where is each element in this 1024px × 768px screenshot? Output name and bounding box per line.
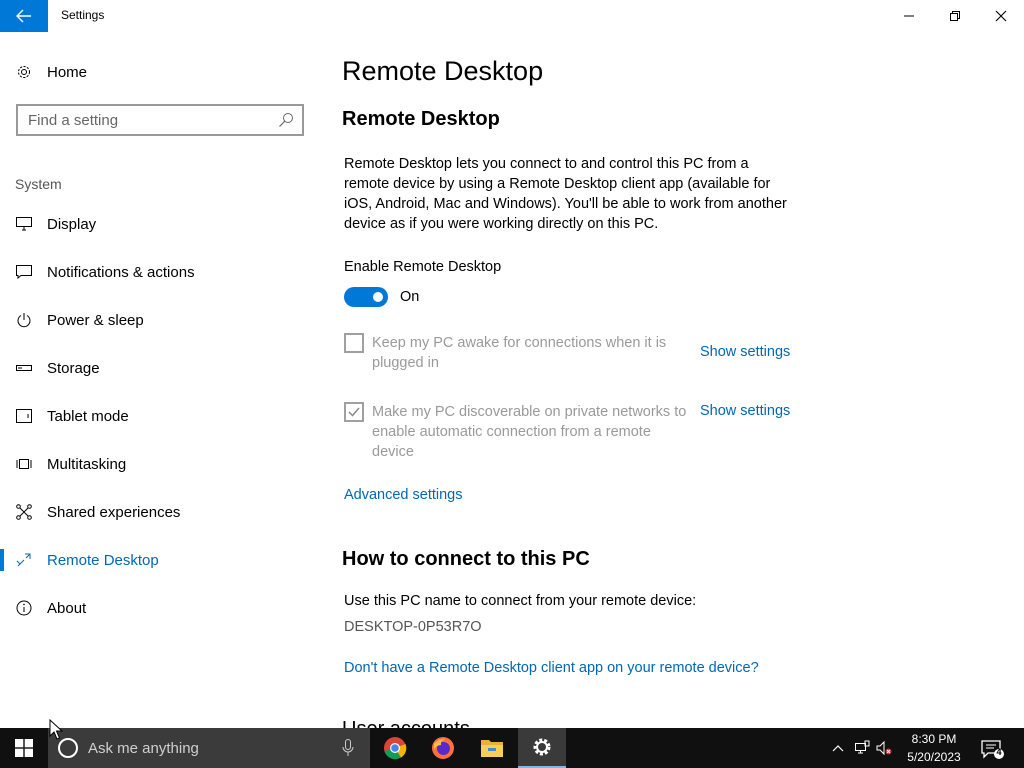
restore-icon [950, 11, 960, 21]
sidebar-item-label: Display [47, 215, 97, 233]
clock[interactable]: 8:30 PM 5/20/2023 [896, 730, 972, 766]
discoverable-show-settings-link[interactable]: Show settings [700, 403, 790, 419]
client-app-link[interactable]: Don't have a Remote Desktop client app o… [344, 660, 759, 676]
taskbar-search[interactable] [48, 728, 370, 768]
pc-name-intro: Use this PC name to connect from your re… [344, 593, 697, 609]
settings-gear-icon [533, 738, 551, 756]
power-icon [15, 311, 33, 329]
user-accounts-heading: User accounts [342, 718, 470, 728]
toggle-state-text: On [400, 289, 420, 305]
sidebar-item-shared-experiences[interactable]: Shared experiences [0, 492, 320, 532]
sidebar-item-label: Tablet mode [47, 407, 129, 425]
gear-icon [15, 63, 33, 81]
clock-date: 5/20/2023 [907, 750, 961, 764]
sidebar: Home System Display Notifications & acti… [0, 32, 320, 728]
sidebar-item-label: Remote Desktop [47, 551, 159, 569]
sidebar-item-notifications[interactable]: Notifications & actions [0, 252, 320, 292]
cortana-icon [58, 738, 78, 758]
chrome-icon [384, 737, 407, 760]
mouse-cursor-icon [49, 719, 63, 740]
microphone-icon[interactable] [342, 739, 354, 757]
clock-time: 8:30 PM [911, 732, 957, 746]
page-title: Remote Desktop [342, 56, 544, 86]
arrow-left-icon [16, 9, 31, 23]
nav-home-label: Home [47, 63, 88, 81]
sidebar-item-power[interactable]: Power & sleep [0, 300, 320, 340]
sidebar-item-label: Notifications & actions [47, 263, 195, 281]
toggle-knob [373, 292, 383, 302]
shared-icon [15, 503, 33, 521]
how-to-connect-title: How to connect to this PC [342, 548, 590, 570]
pc-name: DESKTOP-0P53R7O [344, 619, 482, 635]
restore-button[interactable] [932, 0, 978, 32]
file-explorer-taskbar-button[interactable] [468, 728, 516, 768]
taskbar: 8:30 PM 5/20/2023 4 [0, 728, 1024, 768]
firefox-icon [432, 737, 454, 759]
storage-icon [15, 359, 33, 377]
sidebar-item-tablet-mode[interactable]: Tablet mode [0, 396, 320, 436]
close-button[interactable] [978, 0, 1024, 32]
volume-muted-icon[interactable] [876, 740, 892, 756]
sidebar-item-label: About [47, 599, 87, 617]
notification-count: 4 [996, 747, 1002, 757]
checkmark-icon [348, 407, 360, 417]
sidebar-item-about[interactable]: About [0, 588, 320, 628]
sidebar-item-label: Storage [47, 359, 100, 377]
find-setting-box[interactable] [16, 104, 304, 136]
window-title: Settings [61, 8, 105, 22]
enable-remote-desktop-label: Enable Remote Desktop [344, 259, 502, 275]
chevron-up-icon[interactable] [830, 740, 846, 756]
taskbar-search-input[interactable] [88, 736, 328, 760]
discoverable-checkbox[interactable] [344, 402, 364, 422]
sidebar-item-label: Multitasking [47, 455, 127, 473]
sidebar-item-label: Power & sleep [47, 311, 144, 329]
chrome-taskbar-button[interactable] [371, 728, 419, 768]
section-label-system: System [15, 176, 62, 192]
keep-awake-label: Keep my PC awake for connections when it… [372, 335, 667, 371]
minimize-icon [904, 15, 914, 17]
action-center-button[interactable]: 4 [980, 738, 1004, 760]
multitask-icon [15, 455, 33, 473]
start-button[interactable] [0, 728, 48, 768]
sidebar-item-remote-desktop[interactable]: Remote Desktop [0, 540, 320, 580]
network-icon[interactable] [854, 740, 870, 756]
firefox-taskbar-button[interactable] [419, 728, 467, 768]
section-title: Remote Desktop [342, 108, 500, 130]
file-explorer-icon [481, 740, 503, 757]
selection-indicator [0, 549, 4, 571]
enable-remote-desktop-toggle[interactable] [344, 287, 388, 307]
title-bar: Settings [0, 0, 1024, 32]
advanced-settings-link[interactable]: Advanced settings [344, 487, 463, 503]
minimize-button[interactable] [886, 0, 932, 32]
remote-desktop-icon [15, 551, 33, 569]
tablet-icon [15, 407, 33, 425]
monitor-icon [15, 215, 33, 233]
sidebar-item-multitasking[interactable]: Multitasking [0, 444, 320, 484]
keep-awake-show-settings-link[interactable]: Show settings [700, 344, 790, 360]
discoverable-label: Make my PC discoverable on private netwo… [372, 404, 687, 460]
search-icon[interactable] [278, 112, 294, 128]
close-icon [995, 10, 1007, 22]
keep-awake-checkbox[interactable] [344, 333, 364, 353]
find-setting-input[interactable] [18, 106, 274, 134]
info-icon [15, 599, 33, 617]
windows-logo-icon [15, 739, 33, 757]
description-text: Remote Desktop lets you connect to and c… [344, 156, 787, 232]
nav-home[interactable]: Home [0, 58, 320, 86]
main-content: Remote Desktop Remote Desktop Remote Des… [320, 32, 1024, 728]
message-icon [15, 263, 33, 281]
back-button[interactable] [0, 0, 48, 32]
sidebar-item-display[interactable]: Display [0, 204, 320, 244]
settings-taskbar-button[interactable] [518, 728, 566, 768]
sidebar-item-storage[interactable]: Storage [0, 348, 320, 388]
sidebar-item-label: Shared experiences [47, 503, 181, 521]
